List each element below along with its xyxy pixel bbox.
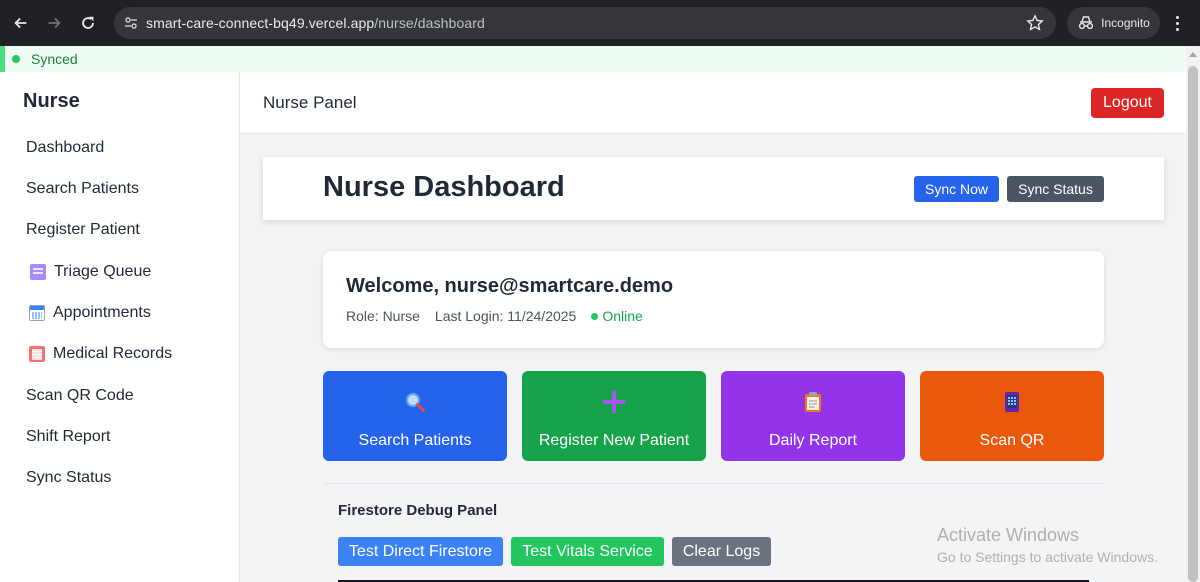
sidebar-item-label: Triage Queue	[54, 263, 152, 280]
plus-icon	[602, 390, 626, 414]
scroll-up-arrow-icon[interactable]	[1189, 52, 1197, 57]
clipboard-icon	[802, 391, 824, 413]
sync-status-button[interactable]: Sync Status	[1007, 176, 1104, 202]
sidebar-item-label: Search Patients	[26, 180, 139, 197]
triage-icon	[30, 264, 46, 280]
forward-arrow-icon	[48, 17, 61, 29]
url-text: smart-care-connect-bq49.vercel.app/nurse…	[146, 15, 485, 31]
tile-label: Daily Report	[768, 432, 858, 449]
online-status-dot-icon	[591, 312, 599, 320]
test-direct-firestore-button[interactable]: Test Direct Firestore	[338, 537, 503, 566]
sync-status-bar: Synced	[0, 46, 1186, 72]
sidebar-item-scan-qr-code[interactable]: Scan QR Code	[26, 382, 134, 410]
sidebar-item-label: Register Patient	[26, 221, 140, 238]
site-settings-icon[interactable]	[116, 7, 146, 39]
back-arrow-icon	[14, 17, 27, 29]
sidebar-brand: Nurse	[23, 90, 80, 112]
search-patients-tile[interactable]: Search Patients	[323, 371, 507, 461]
scan-qr-tile[interactable]: Scan QR	[920, 371, 1104, 461]
sidebar-item-dashboard[interactable]: Dashboard	[26, 134, 104, 162]
dashboard-title-card: Nurse Dashboard Sync Now Sync Status	[263, 157, 1164, 220]
sidebar-item-label: Sync Status	[26, 469, 112, 486]
tile-label: Register New Patient	[538, 432, 690, 449]
clipboard-icon	[29, 346, 45, 362]
sidebar-item-register-patient[interactable]: Register Patient	[26, 216, 140, 244]
sidebar-item-medical-records[interactable]: Medical Records	[29, 340, 172, 368]
sidebar-item-label: Dashboard	[26, 139, 105, 156]
sync-now-button[interactable]: Sync Now	[914, 176, 999, 202]
page-scrollbar[interactable]	[1186, 46, 1200, 582]
top-header: Nurse Panel Logout	[240, 72, 1186, 134]
welcome-heading: Welcome, nurse@smartcare.demo	[346, 275, 674, 297]
back-button[interactable]	[4, 6, 38, 40]
sidebar-item-sync-status[interactable]: Sync Status	[26, 464, 111, 492]
test-vitals-service-button[interactable]: Test Vitals Service	[511, 537, 664, 566]
sidebar-item-triage-queue[interactable]: Triage Queue	[30, 258, 151, 286]
address-bar[interactable]: smart-care-connect-bq49.vercel.app/nurse…	[114, 7, 1056, 39]
online-status-text: Online	[602, 308, 643, 324]
welcome-card: Welcome, nurse@smartcare.demo Role: Nurs…	[323, 251, 1104, 348]
sidebar-item-label: Appointments	[53, 304, 151, 321]
dashboard-heading: Nurse Dashboard	[323, 171, 565, 203]
sidebar-item-search-patients[interactable]: Search Patients	[26, 175, 139, 203]
bookmark-star-icon[interactable]	[1026, 14, 1044, 37]
daily-report-tile[interactable]: Daily Report	[721, 371, 905, 461]
activate-windows-watermark: Activate Windows	[937, 525, 1080, 545]
sidebar: Nurse Dashboard Search Patients Register…	[0, 72, 240, 582]
url-path: /nurse/dashboard	[374, 15, 485, 31]
sidebar-item-appointments[interactable]: Appointments	[29, 299, 151, 327]
magnifier-icon	[404, 391, 426, 413]
last-login-text: Last Login: 11/24/2025	[434, 308, 577, 324]
logout-button[interactable]: Logout	[1091, 88, 1164, 118]
clear-logs-button[interactable]: Clear Logs	[672, 537, 771, 566]
tile-label: Scan QR	[979, 432, 1045, 449]
sidebar-item-label: Shift Report	[26, 428, 111, 445]
incognito-badge[interactable]: Incognito	[1067, 7, 1160, 39]
calendar-icon	[29, 305, 45, 321]
browser-menu-icon[interactable]	[1166, 12, 1188, 34]
mobile-phone-icon	[1001, 391, 1023, 413]
synced-label: Synced	[31, 51, 78, 67]
url-host: smart-care-connect-bq49.vercel.app	[146, 15, 375, 31]
reload-button[interactable]	[71, 6, 105, 40]
page-title: Nurse Panel	[263, 93, 357, 112]
activate-windows-subtext: Go to Settings to activate Windows.	[937, 549, 1158, 565]
reload-icon	[82, 16, 94, 29]
synced-dot-icon	[12, 55, 20, 63]
incognito-icon	[1079, 16, 1094, 30]
forward-button[interactable]	[37, 6, 71, 40]
sidebar-item-label: Scan QR Code	[26, 387, 134, 404]
incognito-label: Incognito	[1101, 16, 1150, 30]
sidebar-item-shift-report[interactable]: Shift Report	[26, 423, 110, 451]
scrollbar-thumb[interactable]	[1188, 66, 1198, 582]
tile-label: Search Patients	[358, 432, 472, 449]
browser-toolbar: smart-care-connect-bq49.vercel.app/nurse…	[0, 0, 1200, 46]
debug-panel-title: Firestore Debug Panel	[338, 502, 498, 519]
sidebar-item-label: Medical Records	[53, 345, 173, 362]
role-text: Role: Nurse	[346, 308, 420, 324]
user-meta: Role: Nurse Last Login: 11/24/2025 Onlin…	[346, 308, 643, 324]
register-new-patient-tile[interactable]: Register New Patient	[522, 371, 706, 461]
